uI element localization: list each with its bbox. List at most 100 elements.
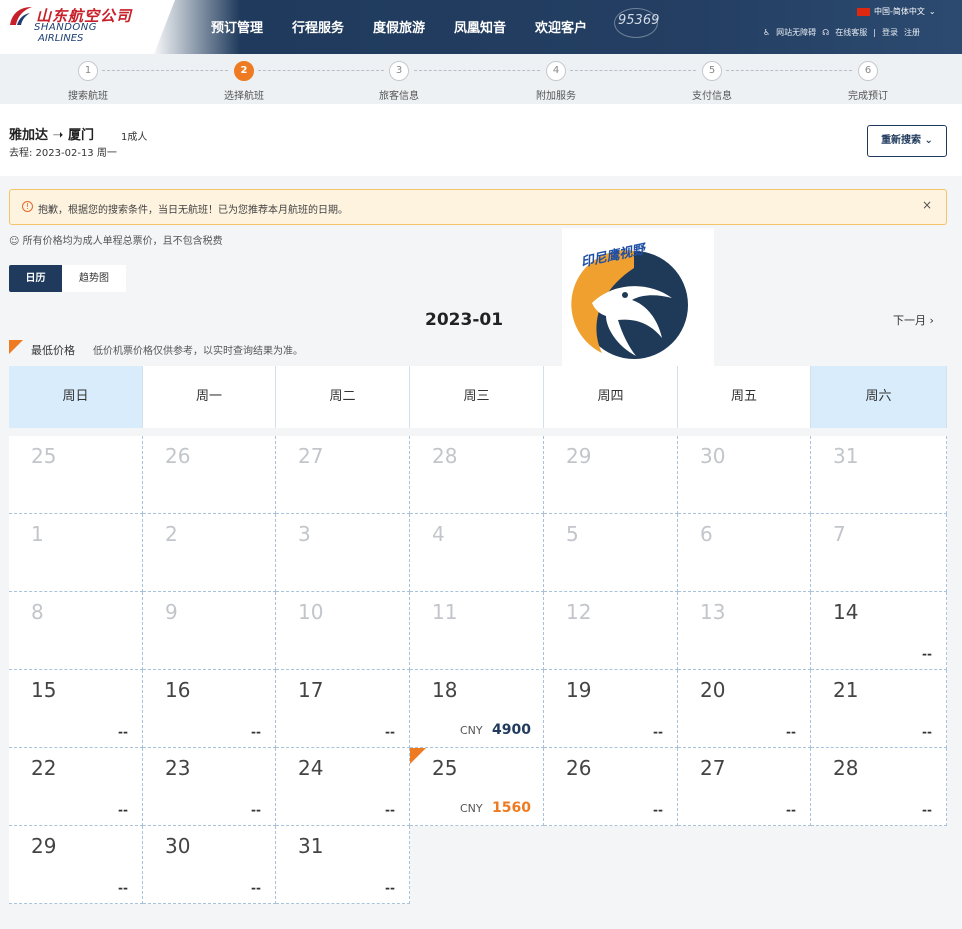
day-number: 16 (165, 678, 191, 702)
passenger-count: 1成人 (121, 132, 148, 143)
top-header: 山东航空公司 SHANDONG AIRLINES 预订管理 行程服务 度假旅游 … (0, 0, 962, 54)
day-price-value: 1560 (492, 800, 531, 816)
language-selector[interactable]: 中国-简体中文 ⌄ (857, 6, 936, 17)
accessibility-link[interactable]: 网站无障碍 (776, 27, 816, 38)
calendar-day-cell[interactable]: 22 -- (9, 748, 143, 826)
next-month-link[interactable]: 下一月 › (893, 312, 934, 328)
online-service-link[interactable]: 在线客服 (835, 27, 867, 38)
calendar-day-cell[interactable]: 29 -- (9, 826, 143, 904)
day-price-empty: -- (251, 803, 261, 817)
calendar-day-cell[interactable]: 28 -- (811, 748, 947, 826)
day-number: 30 (700, 444, 726, 468)
day-number: 22 (31, 756, 57, 780)
day-price-empty: -- (786, 725, 796, 739)
day-number: 30 (165, 834, 191, 858)
nav-phoenix-miles[interactable]: 凤凰知音 (454, 17, 506, 36)
calendar-day-cell[interactable]: 27 -- (678, 748, 811, 826)
day-price-empty: -- (653, 725, 663, 739)
route-title: 雅加达 ➝ 厦门 (9, 128, 94, 143)
nav-booking-management[interactable]: 预订管理 (211, 17, 263, 36)
day-price-empty: -- (922, 725, 932, 739)
day-number: 23 (165, 756, 191, 780)
calendar-day-cell[interactable]: 16 -- (143, 670, 276, 748)
nav-welcome-customer[interactable]: 欢迎客户 (535, 17, 587, 36)
calendar-day-cell[interactable]: 20 -- (678, 670, 811, 748)
day-price-empty: -- (786, 803, 796, 817)
watermark-logo: 印尼鹰视野 (562, 228, 714, 373)
day-price-empty: -- (922, 647, 932, 661)
calendar-day-cell[interactable]: 30 -- (143, 826, 276, 904)
calendar-day-cell: 6 (678, 514, 811, 592)
link-separator: | (873, 28, 876, 37)
calendar-day-cell: 13 (678, 592, 811, 670)
warning-icon: ! (22, 201, 33, 212)
hotline-number[interactable]: 95369 (618, 13, 659, 28)
calendar-day-cell: 26 (143, 436, 276, 514)
calendar-day-cell[interactable]: 15 -- (9, 670, 143, 748)
day-number: 27 (700, 756, 726, 780)
utility-links: ♿ 网站无障碍 ☊ 在线客服 | 登录 注册 (763, 27, 920, 38)
tab-trend-chart[interactable]: 趋势图 (62, 265, 126, 292)
calendar-day-cell: 12 (544, 592, 678, 670)
logo-english-line2: AIRLINES (38, 33, 84, 44)
accessibility-icon: ♿ (763, 28, 771, 37)
close-icon[interactable]: × (922, 198, 932, 212)
calendar-day-cell[interactable]: 26 -- (544, 748, 678, 826)
day-price-empty: -- (118, 725, 128, 739)
day-number: 25 (432, 756, 458, 780)
tab-calendar[interactable]: 日历 (9, 265, 62, 292)
calendar-day-cell: 2 (143, 514, 276, 592)
alert-message: 抱歉，根据您的搜索条件，当日无航班！已为您推荐本月航班的日期。 (38, 205, 348, 216)
day-number: 21 (833, 678, 859, 702)
day-price-empty: -- (118, 881, 128, 895)
calendar-day-cell: 9 (143, 592, 276, 670)
calendar-day-cell: 31 (811, 436, 947, 514)
calendar-day-cell[interactable]: 24 -- (276, 748, 410, 826)
day-number: 31 (298, 834, 324, 858)
step-payment-info: 5 支付信息 (672, 61, 752, 102)
nav-trip-services[interactable]: 行程服务 (292, 17, 344, 36)
day-price-empty: -- (385, 803, 395, 817)
day-price-currency: CNY (460, 802, 483, 815)
calendar-day-cell[interactable]: 14 -- (811, 592, 947, 670)
day-number: 26 (165, 444, 191, 468)
calendar-day-cell[interactable]: 25 CNY 1560 (410, 748, 544, 826)
research-button[interactable]: 重新搜索 ⌄ (867, 125, 947, 157)
login-link[interactable]: 登录 (882, 27, 898, 38)
day-number: 24 (298, 756, 324, 780)
price-note: ☺ 所有价格均为成人单程总票价，且不包含税费 (9, 232, 223, 247)
airline-logo[interactable]: 山东航空公司 SHANDONG AIRLINES (0, 0, 175, 54)
nav-vacation[interactable]: 度假旅游 (373, 17, 425, 36)
register-link[interactable]: 注册 (904, 27, 920, 38)
chevron-down-icon: ⌄ (928, 7, 936, 16)
day-price-empty: -- (385, 881, 395, 895)
calendar-day-cell[interactable]: 18 CNY 4900 (410, 670, 544, 748)
day-number: 1 (31, 522, 44, 546)
calendar-day-cell[interactable]: 23 -- (143, 748, 276, 826)
logo-wing-icon (10, 7, 32, 25)
day-number: 27 (298, 444, 324, 468)
calendar-day-cell[interactable]: 21 -- (811, 670, 947, 748)
step-complete-booking: 6 完成预订 (828, 61, 908, 102)
step-search-flights[interactable]: 1 搜索航班 (48, 61, 128, 102)
day-number: 25 (31, 444, 57, 468)
day-number: 31 (833, 444, 859, 468)
step-number-active: 2 (234, 61, 254, 81)
step-number: 1 (78, 61, 98, 81)
current-month: 2023-01 (425, 310, 504, 330)
step-label: 支付信息 (692, 91, 732, 102)
china-flag-icon (857, 7, 870, 16)
day-number: 11 (432, 600, 458, 624)
trip-summary: 雅加达 ➝ 厦门 1成人 去程: 2023-02-13 周一 重新搜索 ⌄ (0, 104, 962, 176)
calendar-day-cell[interactable]: 17 -- (276, 670, 410, 748)
day-number: 28 (833, 756, 859, 780)
day-number: 2 (165, 522, 178, 546)
day-number: 18 (432, 678, 458, 702)
day-number: 17 (298, 678, 324, 702)
calendar-day-cell: 29 (544, 436, 678, 514)
step-label: 搜索航班 (68, 91, 108, 102)
calendar-day-cell[interactable]: 19 -- (544, 670, 678, 748)
step-number: 6 (858, 61, 878, 81)
day-number: 19 (566, 678, 592, 702)
calendar-day-cell[interactable]: 31 -- (276, 826, 410, 904)
